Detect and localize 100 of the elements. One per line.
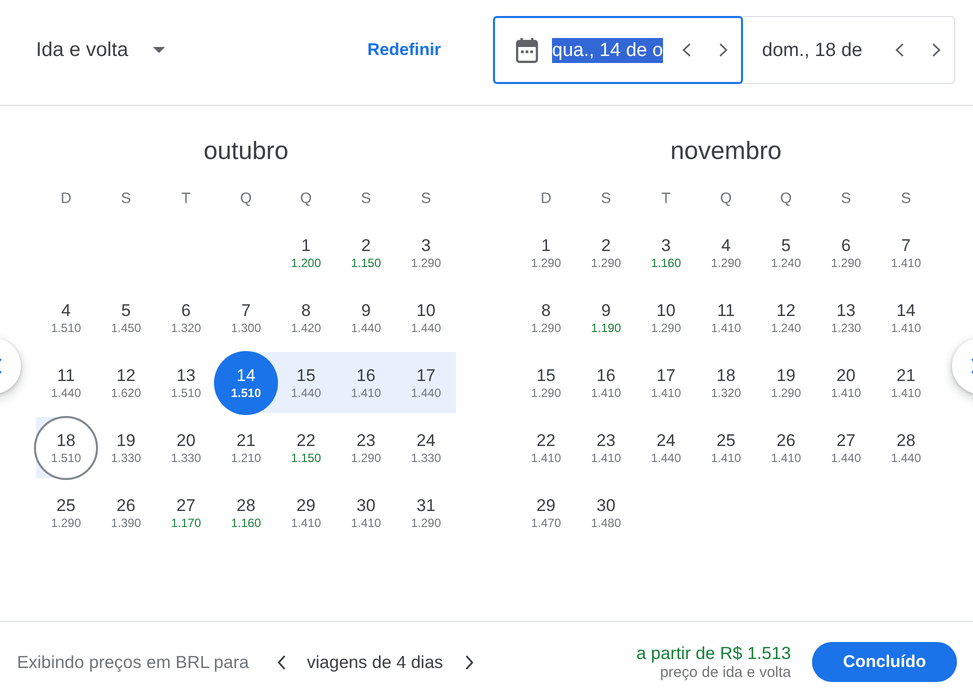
calendar-day[interactable]: 8 1.420 xyxy=(290,300,322,334)
calendar-day[interactable]: 1 1.200 xyxy=(290,236,322,270)
calendar-day[interactable]: 2 1.290 xyxy=(590,236,622,270)
day-price: 1.410 xyxy=(710,320,742,334)
weekday-label: D xyxy=(540,189,552,209)
calendar-day[interactable]: 25 1.290 xyxy=(50,496,82,530)
calendar-day[interactable]: 30 1.480 xyxy=(590,496,622,530)
day-price: 1.290 xyxy=(650,320,682,334)
calendar-day[interactable]: 9 1.440 xyxy=(350,300,382,334)
calendar-day[interactable]: 28 1.440 xyxy=(890,430,922,464)
day-price: 1.390 xyxy=(110,516,142,530)
day-price: 1.440 xyxy=(290,386,322,400)
calendar-day[interactable]: 25 1.410 xyxy=(710,430,742,464)
calendar-day[interactable]: 1 1.290 xyxy=(530,236,562,270)
calendar-day[interactable]: 22 1.410 xyxy=(530,430,562,464)
calendar-day[interactable]: 18 1.510 xyxy=(34,416,98,480)
calendar-day[interactable]: 5 1.240 xyxy=(770,236,802,270)
calendar-day[interactable]: 23 1.290 xyxy=(350,430,382,464)
day-price: 1.420 xyxy=(290,320,322,334)
day-price: 1.440 xyxy=(410,320,442,334)
calendar-day[interactable]: 27 1.440 xyxy=(830,430,862,464)
calendar-day[interactable]: 15 1.290 xyxy=(530,366,562,400)
departure-date-field[interactable]: qua., 14 de o xyxy=(493,16,743,84)
calendar-day[interactable]: 9 1.190 xyxy=(590,300,622,334)
return-date-field[interactable]: dom., 18 de xyxy=(741,16,955,84)
calendar-day[interactable]: 8 1.290 xyxy=(530,300,562,334)
calendar-day[interactable]: 11 1.440 xyxy=(50,366,82,400)
day-price: 1.240 xyxy=(770,320,802,334)
calendar-day[interactable]: 12 1.240 xyxy=(770,300,802,334)
calendar-day[interactable]: 14 1.510 xyxy=(214,350,278,414)
calendar-day[interactable]: 29 1.470 xyxy=(530,496,562,530)
calendar-day[interactable]: 3 1.160 xyxy=(650,236,682,270)
calendar-day[interactable]: 2 1.150 xyxy=(350,236,382,270)
calendar-day[interactable]: 24 1.330 xyxy=(410,430,442,464)
calendar-day[interactable]: 7 1.410 xyxy=(890,236,922,270)
calendar-day[interactable]: 21 1.210 xyxy=(230,430,262,464)
calendar-day[interactable]: 18 1.320 xyxy=(710,366,742,400)
day-price: 1.410 xyxy=(830,386,862,400)
day-price: 1.160 xyxy=(650,256,682,270)
day-price: 1.320 xyxy=(170,320,202,334)
reset-button[interactable]: Redefinir xyxy=(367,40,441,60)
calendar-day[interactable]: 17 1.440 xyxy=(410,366,442,400)
day-price: 1.330 xyxy=(170,450,202,464)
day-price: 1.410 xyxy=(290,516,322,530)
calendar-day[interactable]: 23 1.410 xyxy=(590,430,622,464)
calendar-day[interactable]: 6 1.290 xyxy=(830,236,862,270)
month-title: outubro xyxy=(204,136,288,166)
calendar-day[interactable]: 13 1.510 xyxy=(170,366,202,400)
calendar-day[interactable]: 30 1.410 xyxy=(350,496,382,530)
calendar-day[interactable]: 27 1.170 xyxy=(170,496,202,530)
calendar-day[interactable]: 7 1.300 xyxy=(230,300,262,334)
day-price: 1.480 xyxy=(590,516,622,530)
day-price: 1.410 xyxy=(590,450,622,464)
calendar-day[interactable]: 20 1.330 xyxy=(170,430,202,464)
calendar-day[interactable]: 17 1.410 xyxy=(650,366,682,400)
calendar-day[interactable]: 29 1.410 xyxy=(290,496,322,530)
date-value: dom., 18 de xyxy=(762,38,862,62)
weekday-label: Q xyxy=(720,189,732,209)
calendar-day[interactable]: 24 1.440 xyxy=(650,430,682,464)
day-price: 1.410 xyxy=(350,516,382,530)
chevron-left-icon xyxy=(895,43,904,57)
day-price: 1.290 xyxy=(50,516,82,530)
calendar-day[interactable]: 26 1.390 xyxy=(110,496,142,530)
calendar-day[interactable]: 26 1.410 xyxy=(770,430,802,464)
day-price: 1.290 xyxy=(590,256,622,270)
calendar-day[interactable]: 4 1.290 xyxy=(710,236,742,270)
calendar-day[interactable]: 21 1.410 xyxy=(890,366,922,400)
month-title: novembro xyxy=(670,136,782,166)
calendar-day[interactable]: 20 1.410 xyxy=(830,366,862,400)
calendar-day[interactable]: 6 1.320 xyxy=(170,300,202,334)
calendar-day[interactable]: 14 1.410 xyxy=(890,300,922,334)
calendar-day[interactable]: 22 1.150 xyxy=(290,430,322,464)
day-price: 1.290 xyxy=(770,386,802,400)
calendar-day[interactable]: 11 1.410 xyxy=(710,300,742,334)
calendar-day[interactable]: 4 1.510 xyxy=(50,300,82,334)
calendar-day[interactable]: 16 1.410 xyxy=(350,366,382,400)
day-price: 1.510 xyxy=(50,450,82,464)
calendar-day[interactable]: 31 1.290 xyxy=(410,496,442,530)
calendar-day[interactable]: 5 1.450 xyxy=(110,300,142,334)
day-price: 1.510 xyxy=(50,320,82,334)
calendar-day[interactable]: 3 1.290 xyxy=(410,236,442,270)
calendar-day[interactable]: 10 1.440 xyxy=(410,300,442,334)
day-price: 1.290 xyxy=(410,256,442,270)
calendar-day[interactable]: 15 1.440 xyxy=(290,366,322,400)
calendar-day[interactable]: 16 1.410 xyxy=(590,366,622,400)
weekday-label: S xyxy=(360,189,371,209)
day-price: 1.410 xyxy=(710,450,742,464)
calendar-day[interactable]: 13 1.230 xyxy=(830,300,862,334)
done-button[interactable]: Concluído xyxy=(812,642,957,682)
day-price: 1.450 xyxy=(110,320,142,334)
calendar-day[interactable]: 19 1.330 xyxy=(110,430,142,464)
day-price: 1.290 xyxy=(830,256,862,270)
calendar-day[interactable]: 12 1.620 xyxy=(110,366,142,400)
trip-type-dropdown[interactable]: Ida e volta xyxy=(36,38,166,62)
calendar-day[interactable]: 10 1.290 xyxy=(650,300,682,334)
calendar-day[interactable]: 19 1.290 xyxy=(770,366,802,400)
day-price: 1.170 xyxy=(170,516,202,530)
day-price: 1.440 xyxy=(890,450,922,464)
calendar-day[interactable]: 28 1.160 xyxy=(230,496,262,530)
day-price: 1.410 xyxy=(770,450,802,464)
